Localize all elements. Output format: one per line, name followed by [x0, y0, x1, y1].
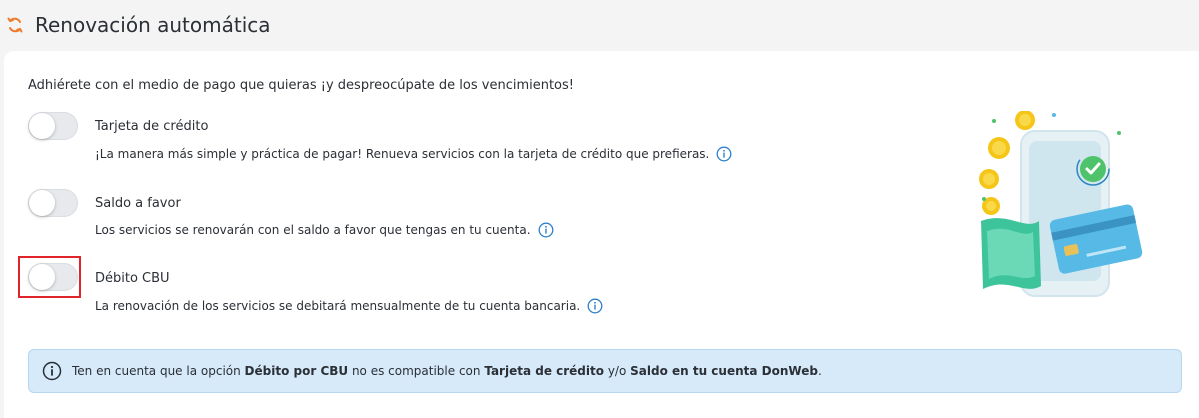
notice-text-part: Ten en cuenta que la opción: [72, 364, 245, 378]
credit-card-description: ¡La manera más simple y práctica de paga…: [95, 146, 732, 162]
payment-illustration: [979, 111, 1143, 297]
page-title: Renovación automática: [35, 13, 271, 37]
intro-text: Adhiérete con el medio de pago que quier…: [28, 78, 574, 93]
balance-description-text: Los servicios se renovarán con el saldo …: [95, 223, 531, 237]
toggle-knob: [29, 264, 55, 290]
notice-emphasis-credit-card: Tarjeta de crédito: [484, 364, 604, 378]
notice-text: Ten en cuenta que la opción Débito por C…: [72, 364, 822, 378]
info-icon: [42, 361, 62, 381]
cbu-toggle[interactable]: [28, 263, 78, 291]
credit-card-description-text: ¡La manera más simple y práctica de paga…: [95, 147, 710, 161]
balance-toggle[interactable]: [28, 189, 78, 217]
toggle-knob: [29, 190, 55, 216]
balance-title: Saldo a favor: [95, 196, 181, 211]
cbu-description-text: La renovación de los servicios se debita…: [95, 299, 581, 313]
cbu-description: La renovación de los servicios se debita…: [95, 298, 603, 314]
info-icon[interactable]: [538, 222, 554, 238]
auto-renewal-card: Adhiérete con el medio de pago que quier…: [4, 51, 1199, 418]
renew-icon: [7, 17, 23, 33]
notice-text-part: no es compatible con: [348, 364, 485, 378]
credit-card-title: Tarjeta de crédito: [95, 119, 209, 134]
compatibility-notice: Ten en cuenta que la opción Débito por C…: [28, 349, 1182, 393]
page-header: Renovación automática: [0, 0, 1199, 50]
notice-emphasis-cbu: Débito por CBU: [244, 364, 349, 378]
info-icon[interactable]: [716, 146, 732, 162]
credit-card-toggle[interactable]: [28, 112, 78, 140]
notice-emphasis-balance: Saldo en tu cuenta DonWeb: [630, 364, 818, 378]
toggle-knob: [29, 113, 55, 139]
notice-text-part: .: [817, 364, 822, 378]
cbu-title: Débito CBU: [95, 271, 170, 286]
info-icon[interactable]: [587, 298, 603, 314]
notice-text-part: y/o: [604, 364, 631, 378]
balance-description: Los servicios se renovarán con el saldo …: [95, 222, 554, 238]
